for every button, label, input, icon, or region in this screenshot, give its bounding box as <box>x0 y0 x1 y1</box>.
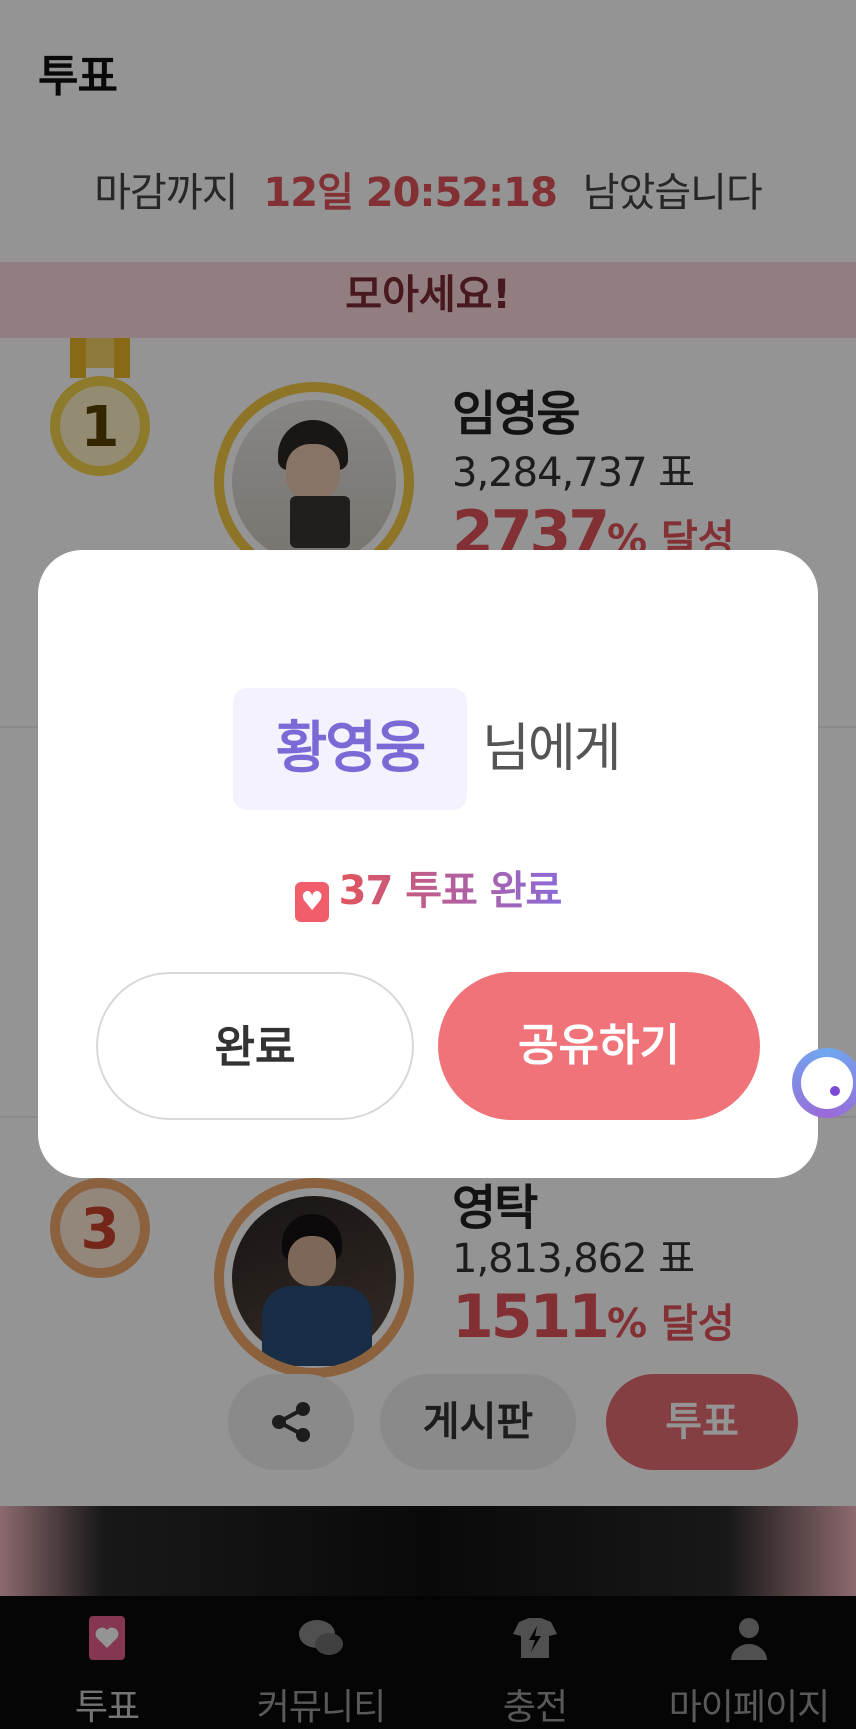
vote-complete-text: 37 투표 완료 <box>338 868 563 914</box>
heart-icon: ♥ <box>294 882 329 922</box>
floating-button-dot <box>830 1086 840 1096</box>
floating-assistant-button[interactable] <box>792 1048 856 1118</box>
floating-button-inner <box>801 1057 853 1109</box>
recipient-name: 황영웅 <box>275 716 427 781</box>
recipient-suffix: 님에게 <box>482 719 622 779</box>
share-button[interactable]: 공유하기 <box>438 972 760 1120</box>
vote-complete-message: ♥ 37 투표 완료 <box>38 858 818 922</box>
complete-button[interactable]: 완료 <box>96 972 414 1120</box>
vote-complete-modal: 황영웅 님에게 ♥ 37 투표 완료 완료 공유하기 <box>38 550 818 1178</box>
